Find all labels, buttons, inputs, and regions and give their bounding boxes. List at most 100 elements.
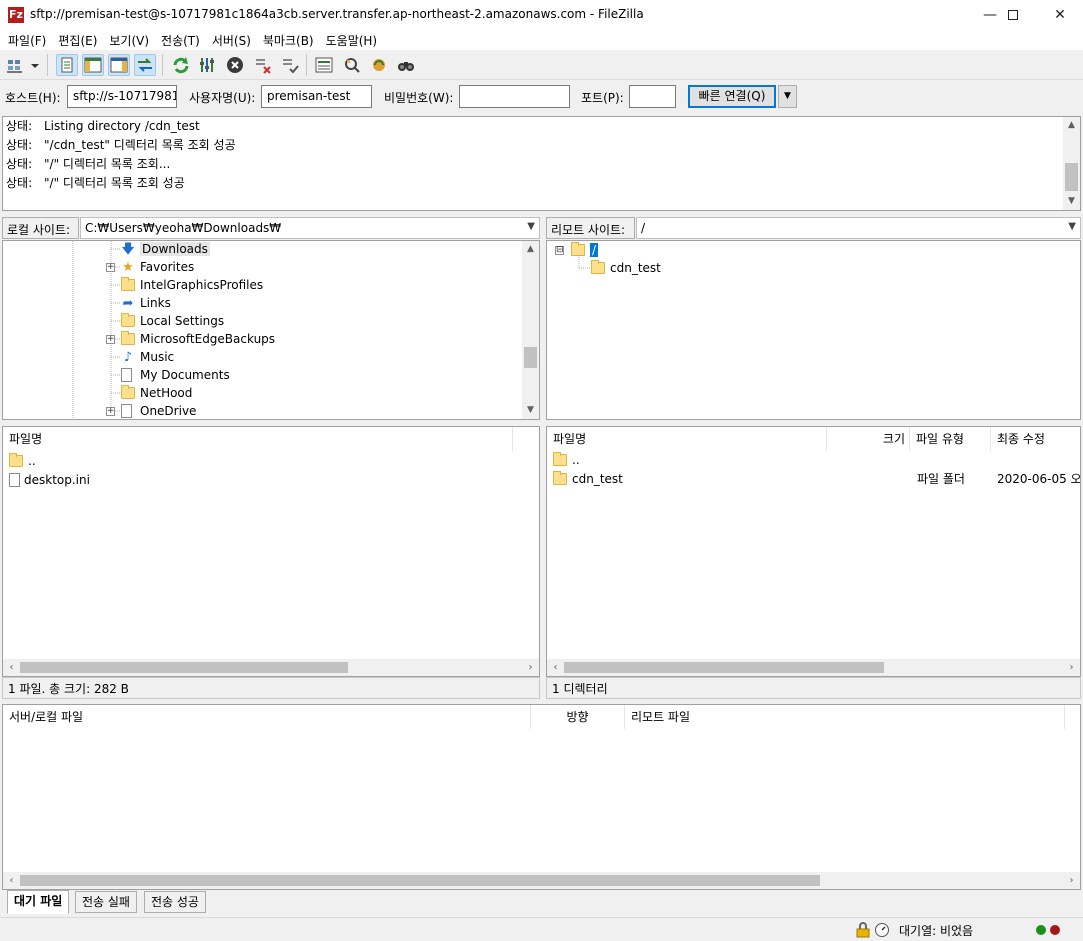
user-label: 사용자명(U): [189, 91, 256, 105]
local-tree-toggle-icon[interactable] [82, 54, 104, 76]
directory-listing-filter-icon[interactable] [313, 54, 335, 76]
download-arrow-icon: 🡇 [121, 242, 135, 257]
process-queue-icon[interactable] [197, 54, 219, 76]
password-input[interactable] [459, 85, 570, 108]
password-label: 비밀번호(W): [384, 91, 454, 105]
log-scrollbar[interactable]: ▲ ▼ [1063, 117, 1080, 210]
menu-bookmarks[interactable]: 북마크(B) [255, 30, 318, 49]
menu-edit[interactable]: 편집(E) [50, 30, 101, 49]
tree-item-music[interactable]: ♪ Music [121, 348, 174, 366]
column-header-filename[interactable]: 파일명 [3, 427, 513, 451]
list-item[interactable]: .. [9, 452, 36, 471]
list-item[interactable]: cdn_test 파일 폴더 2020-06-05 오... [553, 470, 1080, 489]
settings-file-icon [9, 473, 20, 487]
site-manager-dropdown-icon[interactable] [28, 54, 42, 76]
star-icon: ★ [122, 260, 134, 275]
scroll-down-icon[interactable]: ▼ [1063, 193, 1080, 210]
transfer-queue-toggle-icon[interactable] [134, 54, 156, 76]
scroll-right-icon[interactable]: › [1063, 659, 1080, 676]
scroll-right-icon[interactable]: › [522, 659, 539, 676]
disconnect-icon[interactable] [252, 54, 274, 76]
remote-list-hscrollbar[interactable]: ‹ › [547, 659, 1080, 676]
scroll-left-icon[interactable]: ‹ [547, 659, 564, 676]
message-log[interactable]: 상태: Listing directory /cdn_test 상태: "/cdn_… [2, 116, 1081, 211]
reconnect-icon[interactable] [279, 54, 301, 76]
tree-item-microsoftedgebackups[interactable]: MicrosoftEdgeBackups [121, 330, 275, 348]
tab-failed-transfers[interactable]: 전송 실패 [75, 891, 137, 913]
host-input[interactable]: sftp://s-10717981c [67, 85, 177, 108]
column-header-type[interactable]: 파일 유형 [910, 427, 991, 451]
refresh-icon[interactable] [170, 54, 192, 76]
quickconnect-history-dropdown[interactable]: ▼ [778, 85, 797, 108]
remote-path-combobox[interactable]: / ▼ [636, 217, 1081, 239]
menu-transfer[interactable]: 전송(T) [153, 30, 204, 49]
host-label: 호스트(H): [5, 91, 61, 105]
sort-ascending-icon: ˄ [682, 426, 687, 434]
tree-item-intelgraphicsprofiles[interactable]: IntelGraphicsProfiles [121, 276, 263, 294]
column-header-remote-file[interactable]: 리모트 파일 [625, 705, 1065, 729]
speed-limit-icon[interactable] [874, 922, 890, 941]
local-status-text: 1 파일. 총 크기: 282 B [2, 677, 540, 699]
list-item[interactable]: desktop.ini [9, 471, 90, 490]
column-header-modified[interactable]: 최종 수정 [991, 427, 1080, 451]
tree-item-favorites[interactable]: ★ Favorites [121, 258, 194, 276]
column-header-size[interactable]: 크기 [827, 427, 910, 451]
local-file-list[interactable]: 파일명 ˄ .. desktop.ini ‹ › [2, 426, 540, 677]
local-directory-tree[interactable]: 🡇 Downloads + ★ Favorites IntelGraphicsPro… [2, 240, 540, 420]
expand-icon[interactable]: + [106, 335, 115, 344]
cancel-icon[interactable] [224, 54, 246, 76]
chevron-down-icon[interactable]: ▼ [1068, 221, 1076, 232]
tree-item-downloads[interactable]: 🡇 Downloads [121, 241, 210, 258]
column-header-filename[interactable]: 파일명 [547, 427, 827, 451]
remote-directory-tree[interactable]: ⊟ / cdn_test [546, 240, 1081, 420]
compare-icon[interactable] [341, 54, 363, 76]
quick-connect-button[interactable]: 빠른 연결(Q) [688, 85, 776, 108]
chevron-down-icon[interactable]: ▼ [527, 221, 535, 232]
transfer-queue[interactable]: 서버/로컬 파일 방향 리모트 파일 ‹ › [2, 704, 1081, 890]
menu-view[interactable]: 보기(V) [101, 30, 153, 49]
maximize-button[interactable] [990, 0, 1036, 30]
remote-file-list[interactable]: 파일명 ˄ 크기 파일 유형 최종 수정 .. cdn_test 파일 폴더 2… [546, 426, 1081, 677]
expand-icon[interactable]: + [106, 263, 115, 272]
menu-help[interactable]: 도움말(H) [318, 30, 382, 49]
tree-item-nethood[interactable]: NetHood [121, 384, 192, 402]
list-item[interactable]: .. [553, 451, 580, 470]
sync-browse-icon[interactable] [368, 54, 390, 76]
tree-item-onedrive[interactable]: OneDrive [121, 402, 196, 419]
tree-item-my-documents[interactable]: My Documents [121, 366, 230, 384]
close-button[interactable]: ✕ [1037, 0, 1083, 30]
message-log-toggle-icon[interactable] [56, 54, 78, 76]
remote-status-text: 1 디렉터리 [546, 677, 1081, 699]
local-tree-scrollbar[interactable]: ▲ ▼ [522, 241, 539, 419]
tree-item-root[interactable]: / [571, 241, 599, 259]
tree-item-cdn-test[interactable]: cdn_test [591, 259, 661, 277]
find-files-icon[interactable] [395, 54, 417, 76]
tab-queued-files[interactable]: 대기 파일 [7, 890, 70, 914]
column-header-direction[interactable]: 방향 [531, 705, 625, 729]
tree-item-links[interactable]: ➦ Links [121, 294, 171, 312]
music-note-icon: ♪ [123, 350, 133, 365]
file-icon [121, 404, 132, 418]
port-input[interactable] [629, 85, 676, 108]
scroll-up-icon[interactable]: ▲ [522, 241, 539, 258]
scroll-right-icon[interactable]: › [1063, 872, 1080, 889]
folder-icon [591, 260, 605, 274]
scroll-up-icon[interactable]: ▲ [1063, 117, 1080, 134]
expand-icon[interactable]: + [106, 407, 115, 416]
column-header-server-local-file[interactable]: 서버/로컬 파일 [3, 705, 531, 729]
tab-successful-transfers[interactable]: 전송 성공 [144, 891, 206, 913]
site-manager-icon[interactable] [5, 54, 27, 76]
local-list-hscrollbar[interactable]: ‹ › [3, 659, 539, 676]
remote-tree-toggle-icon[interactable] [108, 54, 130, 76]
scroll-left-icon[interactable]: ‹ [3, 659, 20, 676]
folder-icon [553, 471, 567, 485]
collapse-icon[interactable]: ⊟ [555, 246, 564, 255]
local-path-combobox[interactable]: C:₩Users₩yeoha₩Downloads₩ ▼ [80, 217, 540, 239]
scroll-left-icon[interactable]: ‹ [3, 872, 20, 889]
queue-hscrollbar[interactable]: ‹ › [3, 872, 1080, 889]
tree-item-local-settings[interactable]: Local Settings [121, 312, 224, 330]
username-input[interactable]: premisan-test [261, 85, 372, 108]
menu-file[interactable]: 파일(F) [0, 30, 50, 49]
scroll-down-icon[interactable]: ▼ [522, 402, 539, 419]
menu-server[interactable]: 서버(S) [204, 30, 255, 49]
